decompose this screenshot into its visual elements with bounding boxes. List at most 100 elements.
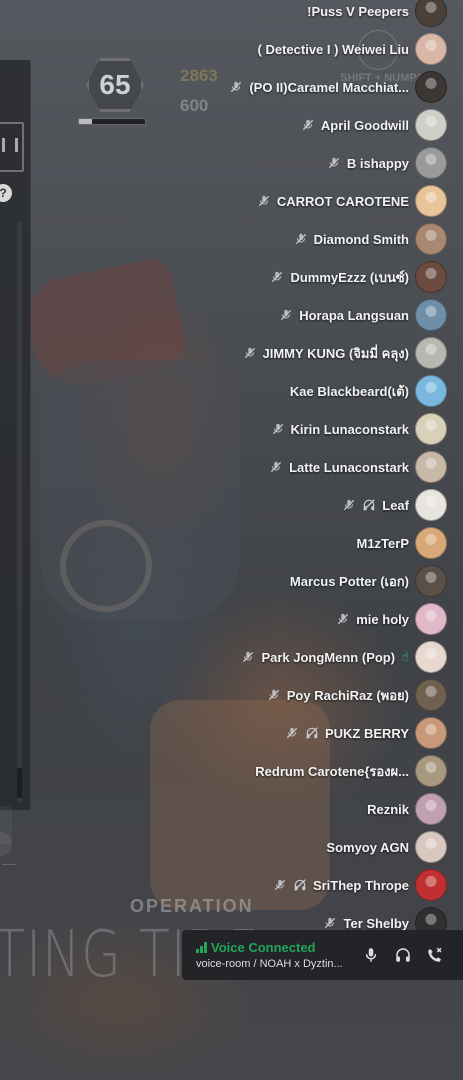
voice-user-name: April Goodwill bbox=[320, 117, 409, 133]
avatar[interactable] bbox=[415, 375, 447, 407]
voice-user-row[interactable]: DummyEzzz (เบนซ์) bbox=[270, 260, 447, 294]
voice-user-name: (PO II)Caramel Macchiat... bbox=[249, 79, 409, 95]
avatar[interactable] bbox=[415, 147, 447, 179]
avatar[interactable] bbox=[415, 489, 447, 521]
muted-mic-icon bbox=[285, 726, 299, 740]
help-icon[interactable]: ? bbox=[0, 184, 12, 202]
voice-user-name: Park JongMenn (Pop) bbox=[261, 649, 396, 665]
avatar[interactable] bbox=[415, 451, 447, 483]
avatar[interactable] bbox=[415, 793, 447, 825]
avatar[interactable] bbox=[415, 413, 447, 445]
voice-user-row[interactable]: M1zTerP bbox=[356, 526, 447, 560]
voice-user-row[interactable]: Kirin Lunaconstark bbox=[271, 412, 447, 446]
voice-user-name: Ter Shelby bbox=[343, 915, 409, 931]
voice-user-row[interactable]: Park JongMenn (Pop) ☝ bbox=[241, 640, 447, 674]
avatar[interactable] bbox=[415, 831, 447, 863]
avatar[interactable] bbox=[415, 299, 447, 331]
avatar[interactable] bbox=[415, 223, 447, 255]
avatar[interactable] bbox=[415, 679, 447, 711]
voice-user-name: SriThep Thrope bbox=[312, 877, 409, 893]
avatar[interactable] bbox=[415, 261, 447, 293]
voice-user-row[interactable]: Marcus Potter (เอก) bbox=[290, 564, 447, 598]
voice-user-row[interactable]: Latte Lunaconstark bbox=[269, 450, 447, 484]
voice-user-name: Redrum Carotene{รองผ... bbox=[255, 763, 409, 779]
voice-user-name: Marcus Potter (เอก) bbox=[289, 573, 409, 589]
voice-user-row[interactable]: Poy RachiRaz (พอย) bbox=[267, 678, 447, 712]
microphone-button[interactable] bbox=[360, 944, 382, 966]
muted-mic-icon bbox=[336, 612, 350, 626]
voice-user-row[interactable]: Somyoy AGN bbox=[326, 830, 447, 864]
voice-user-name: Leaf bbox=[382, 497, 409, 513]
voice-user-row[interactable]: JIMMY KUNG (จิมมี่ คลุง) bbox=[243, 336, 447, 370]
voice-user-name: mie holy bbox=[356, 611, 409, 627]
voice-user-row[interactable]: ( Detective I ) Weiwei Liu bbox=[258, 32, 447, 66]
muted-mic-icon bbox=[273, 878, 287, 892]
deafened-headphones-icon bbox=[305, 726, 319, 740]
voice-user-name: JIMMY KUNG (จิมมี่ คลุง) bbox=[262, 345, 409, 361]
muted-mic-icon bbox=[301, 118, 315, 132]
voice-user-name: Horapa Langsuan bbox=[299, 307, 409, 323]
voice-channel-name[interactable]: voice-room / NOAH x Dyztin... bbox=[196, 958, 356, 970]
voice-user-name: !Puss V Peepers bbox=[307, 3, 409, 19]
disconnect-button[interactable] bbox=[424, 944, 446, 966]
muted-mic-icon bbox=[294, 232, 308, 246]
signal-icon bbox=[196, 942, 207, 953]
character-gear bbox=[60, 520, 152, 612]
avatar[interactable] bbox=[415, 33, 447, 65]
muted-mic-icon bbox=[279, 308, 293, 322]
muted-mic-icon bbox=[269, 460, 283, 474]
voice-user-row[interactable]: !Puss V Peepers bbox=[307, 0, 447, 28]
scrollbar-thumb[interactable] bbox=[17, 768, 22, 798]
voice-user-row[interactable]: B ishappy bbox=[327, 146, 447, 180]
voice-user-name: Poy RachiRaz (พอย) bbox=[286, 687, 409, 703]
voice-user-name: M1zTerP bbox=[356, 535, 410, 551]
avatar[interactable] bbox=[415, 717, 447, 749]
voice-user-row[interactable]: Reznik bbox=[367, 792, 447, 826]
voice-user-name: CARROT CAROTENE bbox=[276, 193, 409, 209]
microphone-icon bbox=[365, 948, 377, 962]
rank-badge-icon bbox=[0, 122, 24, 172]
muted-mic-icon bbox=[271, 422, 285, 436]
voice-user-name: Reznik bbox=[367, 801, 409, 817]
voice-user-name: B ishappy bbox=[346, 155, 409, 171]
muted-mic-icon bbox=[342, 498, 356, 512]
deafened-headphones-icon bbox=[293, 878, 307, 892]
voice-user-row[interactable]: CARROT CAROTENE bbox=[257, 184, 447, 218]
voice-user-row[interactable]: (PO II)Caramel Macchiat... bbox=[229, 70, 447, 104]
avatar[interactable] bbox=[415, 337, 447, 369]
muted-mic-icon bbox=[323, 916, 337, 930]
avatar[interactable] bbox=[415, 869, 447, 901]
voice-user-row[interactable]: Leaf bbox=[342, 488, 447, 522]
voice-user-row[interactable]: SriThep Thrope bbox=[273, 868, 447, 902]
voice-status: Voice Connected bbox=[196, 940, 316, 955]
level-progress-bar bbox=[78, 118, 146, 125]
voice-user-row[interactable]: mie holy bbox=[336, 602, 447, 636]
avatar[interactable] bbox=[415, 603, 447, 635]
avatar[interactable] bbox=[415, 565, 447, 597]
voice-user-row[interactable]: Kae Blackbeard(เต้) bbox=[290, 374, 447, 408]
avatar[interactable] bbox=[415, 71, 447, 103]
level-progress-fill bbox=[79, 119, 93, 124]
voice-user-row[interactable]: PUKZ BERRY bbox=[285, 716, 447, 750]
muted-mic-icon bbox=[257, 194, 271, 208]
voice-user-row[interactable]: April Goodwill bbox=[301, 108, 447, 142]
muted-mic-icon bbox=[241, 650, 255, 664]
disconnect-call-icon bbox=[428, 947, 442, 962]
avatar[interactable] bbox=[415, 185, 447, 217]
muted-mic-icon bbox=[243, 346, 257, 360]
voice-user-name: Diamond Smith bbox=[313, 231, 409, 247]
voice-user-row[interactable]: Diamond Smith bbox=[294, 222, 447, 256]
avatar[interactable] bbox=[415, 641, 447, 673]
avatar[interactable] bbox=[415, 755, 447, 787]
game-side-panel: ? bbox=[0, 60, 31, 865]
voice-user-row[interactable]: Redrum Carotene{รองผ... bbox=[255, 754, 447, 788]
avatar[interactable] bbox=[415, 0, 447, 27]
voice-user-name: Somyoy AGN bbox=[326, 839, 409, 855]
avatar[interactable] bbox=[415, 527, 447, 559]
avatar[interactable] bbox=[415, 109, 447, 141]
scrollbar-track[interactable] bbox=[17, 222, 22, 802]
voice-user-row[interactable]: Horapa Langsuan bbox=[279, 298, 447, 332]
voice-user-name: Latte Lunaconstark bbox=[289, 459, 409, 475]
voice-user-name: ( Detective I ) Weiwei Liu bbox=[257, 41, 409, 57]
headphones-button[interactable] bbox=[392, 944, 414, 966]
